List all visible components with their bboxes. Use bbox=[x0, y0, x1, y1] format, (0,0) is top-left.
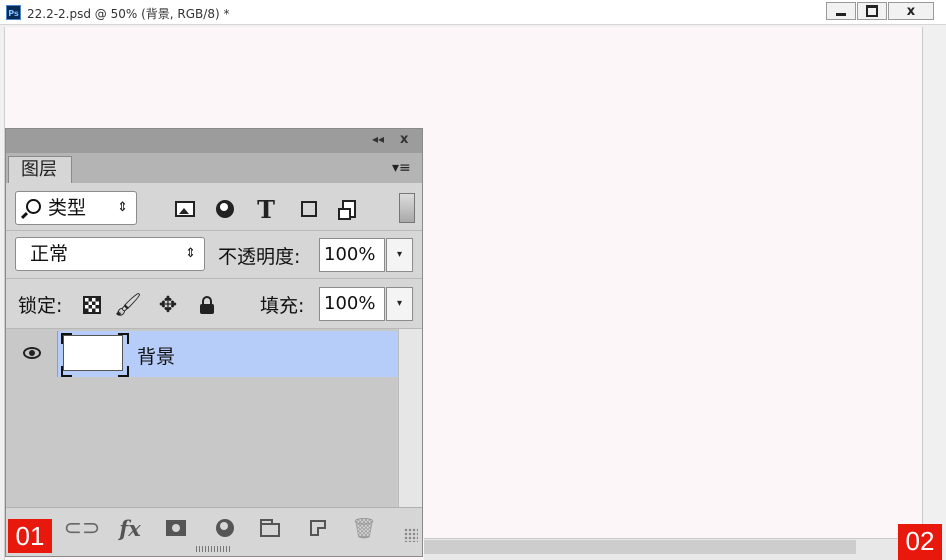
layer-thumbnail bbox=[63, 335, 123, 371]
eye-icon bbox=[23, 347, 41, 359]
filter-kind-label: 类型 bbox=[48, 197, 87, 219]
panel-header[interactable]: ◂◂ x bbox=[6, 129, 422, 153]
resize-grip-icon[interactable] bbox=[404, 528, 418, 542]
lock-all-icon[interactable] bbox=[195, 293, 219, 317]
maximize-icon bbox=[866, 5, 878, 17]
search-icon bbox=[26, 199, 41, 214]
new-group-icon[interactable] bbox=[256, 514, 284, 542]
photoshop-app-icon: Ps bbox=[6, 5, 21, 20]
maximize-button[interactable] bbox=[857, 2, 887, 20]
new-layer-icon[interactable] bbox=[304, 514, 332, 542]
fill-label: 填充: bbox=[260, 295, 305, 317]
panel-drag-handle[interactable] bbox=[196, 546, 232, 552]
filter-kind-select[interactable]: 类型 ⇕ bbox=[15, 191, 137, 225]
tab-layers[interactable]: 图层 bbox=[8, 156, 72, 183]
layer-row-selected[interactable]: 背景 bbox=[58, 331, 398, 377]
type-layer-filter-icon[interactable]: T bbox=[253, 195, 279, 224]
fill-dropdown-button[interactable]: ▾ bbox=[386, 287, 413, 321]
lock-image-pixels-icon[interactable]: 🖌 bbox=[114, 293, 142, 318]
new-adjustment-layer-icon[interactable] bbox=[211, 514, 239, 542]
blend-mode-value: 正常 bbox=[30, 243, 69, 265]
add-layer-mask-icon[interactable] bbox=[162, 514, 190, 542]
smart-object-filter-icon[interactable] bbox=[336, 196, 362, 222]
collapse-panel-icon[interactable]: ◂◂ bbox=[372, 132, 384, 146]
lock-fill-row: 锁定: 🖌 ✥ 填充: 100% ▾ bbox=[6, 279, 422, 329]
layers-panel-footer: ⊂⊃ fx 🗑 bbox=[6, 507, 422, 555]
photoshop-document-window: Ps 22.2-2.psd @ 50% (背景, RGB/8) * x ◂◂ x… bbox=[0, 0, 946, 560]
document-title: 22.2-2.psd @ 50% (背景, RGB/8) * bbox=[27, 7, 230, 21]
annotation-marker-02: 02 bbox=[898, 524, 942, 560]
layer-row[interactable]: 背景 bbox=[6, 331, 398, 377]
link-layers-icon[interactable]: ⊂⊃ bbox=[64, 514, 101, 542]
add-layer-style-icon[interactable]: fx bbox=[116, 514, 144, 542]
select-arrows-icon: ⇕ bbox=[117, 200, 128, 215]
annotation-marker-01: 01 bbox=[8, 519, 52, 553]
delete-layer-icon[interactable]: 🗑 bbox=[350, 514, 378, 542]
opacity-label: 不透明度: bbox=[218, 246, 301, 268]
select-arrows-icon: ⇕ bbox=[185, 246, 196, 261]
filter-toggle-switch[interactable] bbox=[399, 193, 415, 223]
layer-name: 背景 bbox=[137, 346, 176, 368]
blend-opacity-row: 正常 ⇕ 不透明度: 100% ▾ bbox=[6, 231, 422, 279]
image-layer-filter-icon[interactable] bbox=[172, 196, 198, 222]
visibility-toggle[interactable] bbox=[6, 331, 58, 377]
layer-filter-row: 类型 ⇕ T bbox=[6, 183, 422, 231]
vertical-scrollbar[interactable] bbox=[922, 27, 946, 537]
horizontal-scroll-thumb[interactable] bbox=[424, 540, 856, 554]
panel-tab-strip: 图层 ▾≡ bbox=[6, 153, 422, 183]
minimize-button[interactable] bbox=[826, 2, 856, 20]
opacity-input[interactable]: 100% bbox=[319, 238, 385, 272]
layers-panel: ◂◂ x 图层 ▾≡ 类型 ⇕ T 正常 ⇕ 不透明度: 100% ▾ 锁定: … bbox=[5, 128, 423, 557]
fill-input[interactable]: 100% bbox=[319, 287, 385, 321]
close-window-button[interactable]: x bbox=[888, 2, 934, 20]
adjustment-layer-filter-icon[interactable] bbox=[212, 196, 238, 222]
title-bar[interactable]: Ps 22.2-2.psd @ 50% (背景, RGB/8) * x bbox=[0, 0, 946, 25]
shape-layer-filter-icon[interactable] bbox=[296, 196, 322, 222]
opacity-dropdown-button[interactable]: ▾ bbox=[386, 238, 413, 272]
lock-position-icon[interactable]: ✥ bbox=[156, 293, 180, 318]
lock-label: 锁定: bbox=[18, 295, 63, 317]
panel-menu-icon[interactable]: ▾≡ bbox=[392, 160, 411, 176]
layer-list-scrollbar[interactable] bbox=[398, 329, 422, 507]
minimize-icon bbox=[836, 12, 846, 16]
close-panel-icon[interactable]: x bbox=[400, 132, 408, 147]
blend-mode-select[interactable]: 正常 ⇕ bbox=[15, 237, 205, 271]
lock-transparent-pixels-icon[interactable] bbox=[80, 293, 104, 317]
